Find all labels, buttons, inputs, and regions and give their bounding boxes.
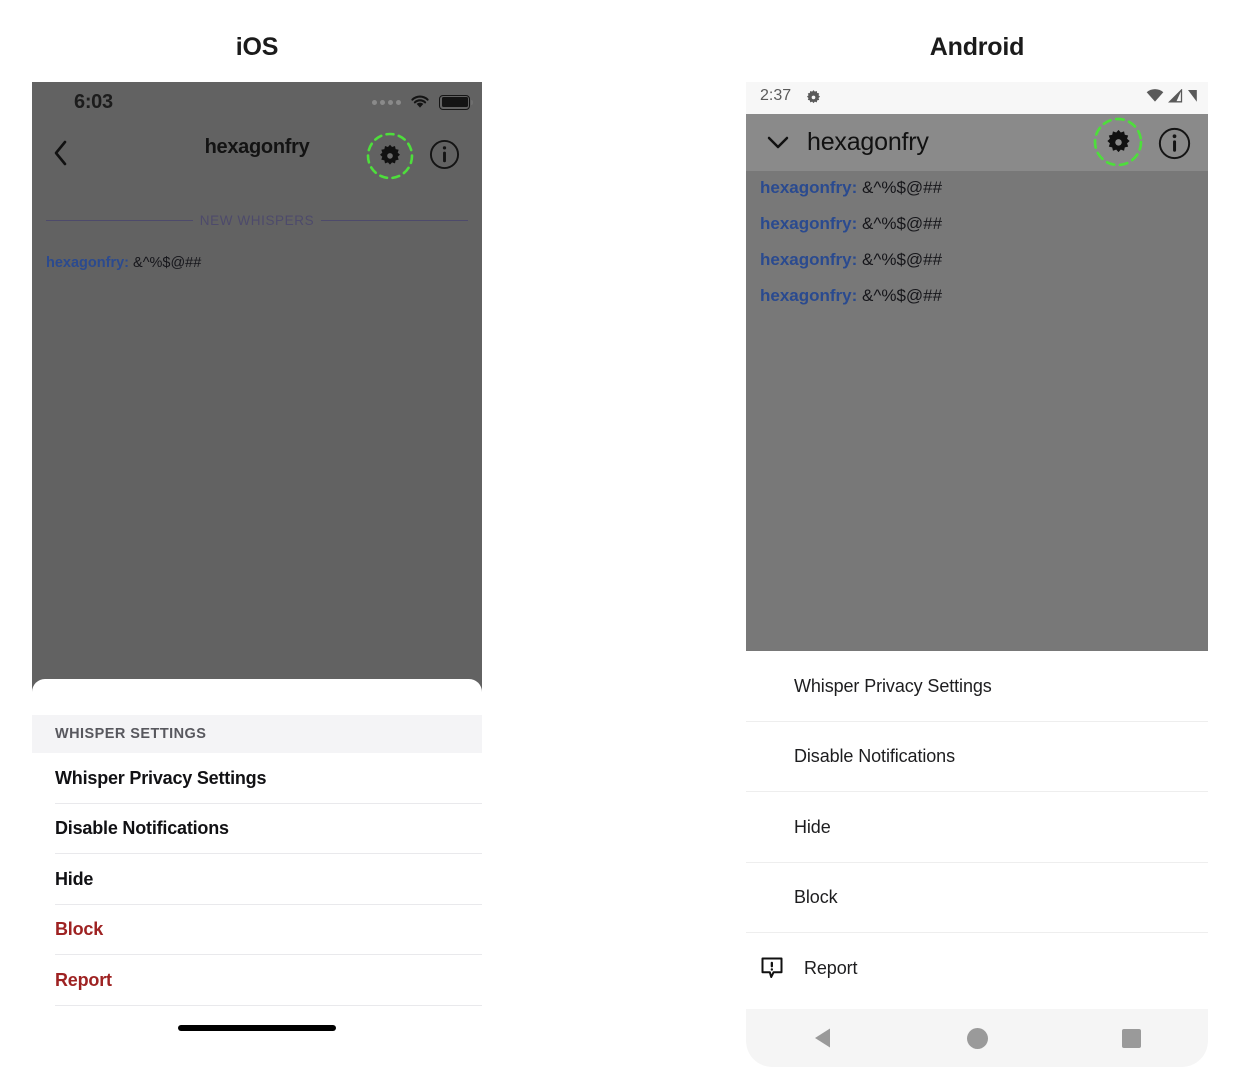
signal-dots-icon [372,99,401,105]
menu-item-report[interactable]: Report [746,933,1208,1004]
android-status-indicators [1146,89,1198,103]
menu-item-label: Block [794,887,838,908]
message-username: hexagonfry: [760,286,858,305]
info-circle-icon[interactable] [1158,127,1191,160]
android-conversation-body[interactable]: hexagonfry: &^%$@## hexagonfry: &^%$@## … [746,171,1208,651]
menu-item-label: Hide [794,816,831,837]
message-text: &^%$@## [133,255,202,271]
menu-item-label: Disable Notifications [794,746,955,767]
menu-item-block[interactable]: Block [746,862,1208,933]
message-row[interactable]: hexagonfry: &^%$@## [760,178,942,198]
signal-icon [1168,89,1183,103]
ios-action-sheet: WHISPER SETTINGS Whisper Privacy Setting… [32,679,482,1047]
sheet-item-label: Disable Notifications [55,818,229,839]
android-home-button[interactable] [940,1009,1014,1067]
platform-title-android: Android [929,33,1025,61]
home-indicator[interactable] [178,1025,336,1031]
message-username: hexagonfry: [760,250,858,269]
ios-status-indicators [372,94,473,110]
ios-settings-list: Whisper Privacy Settings Disable Notific… [32,753,482,1006]
divider-line-right [321,220,468,221]
message-username: hexagonfry: [760,178,858,197]
android-status-bar: 2:37 [746,82,1208,114]
back-triangle-icon [815,1028,830,1048]
battery-icon [1188,90,1197,102]
gear-icon [380,144,400,165]
sheet-item-block[interactable]: Block [32,904,482,955]
android-navigation-bar [746,1009,1208,1067]
report-flag-icon [759,955,785,981]
gear-icon [1106,129,1130,152]
message-row[interactable]: hexagonfry: &^%$@## [760,214,942,234]
wifi-icon [411,95,429,108]
new-whispers-label: NEW WHISPERS [199,213,315,228]
android-context-menu: Whisper Privacy Settings Disable Notific… [746,651,1208,1004]
battery-full-icon [439,94,473,110]
collapse-button[interactable] [765,130,791,156]
android-conversation-title: hexagonfry [807,128,929,156]
sheet-item-label: Whisper Privacy Settings [55,767,267,788]
message-text: &^%$@## [862,250,943,269]
message-text: &^%$@## [862,286,943,305]
sheet-section-title: WHISPER SETTINGS [55,726,207,742]
ios-status-time: 6:03 [74,91,113,113]
message-text: &^%$@## [862,178,943,197]
menu-item-whisper-privacy-settings[interactable]: Whisper Privacy Settings [746,651,1208,722]
sheet-item-label: Hide [55,868,94,889]
ios-conversation-title: hexagonfry [204,136,310,158]
home-circle-icon [966,1027,988,1049]
menu-item-disable-notifications[interactable]: Disable Notifications [746,721,1208,792]
message-text: &^%$@## [862,214,943,233]
sheet-item-label: Report [55,969,112,990]
android-app-bar: hexagonfry [746,114,1208,171]
new-whispers-divider: NEW WHISPERS [46,213,468,228]
recents-square-icon [1121,1028,1141,1048]
message-row[interactable]: hexagonfry: &^%$@## [760,250,942,270]
sheet-section-header: WHISPER SETTINGS [32,715,482,753]
menu-item-hide[interactable]: Hide [746,792,1208,863]
android-recents-button[interactable] [1094,1009,1168,1067]
chevron-down-icon [767,136,789,148]
menu-item-label: Whisper Privacy Settings [794,675,992,696]
sheet-item-whisper-privacy-settings[interactable]: Whisper Privacy Settings [32,753,482,804]
menu-item-label: Report [804,957,858,978]
ios-nav-bar: hexagonfry [32,124,482,182]
gear-icon [806,90,821,104]
ios-phone-screen: 6:03 hexagonfry NEW WHISPERS hexagonfry:… [32,82,482,1047]
sheet-item-report[interactable]: Report [32,955,482,1006]
sheet-item-disable-notifications[interactable]: Disable Notifications [32,803,482,854]
android-back-button[interactable] [786,1009,860,1067]
comparison-screenshot: iOS Android 6:03 hexagonfry NEW WHISPERS… [0,0,1240,1084]
ios-settings-button[interactable] [366,132,414,180]
message-username: hexagonfry: [760,214,858,233]
wifi-icon [1146,89,1164,102]
sheet-item-label: Block [55,919,104,940]
message-row[interactable]: hexagonfry: &^%$@## [46,255,201,271]
sheet-item-hide[interactable]: Hide [32,854,482,905]
android-phone-screen: 2:37 hexagonfry hexagonfry: &^%$@## hexa… [746,82,1208,1067]
ios-status-bar: 6:03 [32,82,482,124]
divider-line-left [46,220,193,221]
platform-title-ios: iOS [235,33,279,61]
message-username: hexagonfry: [46,255,129,271]
message-row[interactable]: hexagonfry: &^%$@## [760,286,942,306]
android-status-time: 2:37 [760,87,792,104]
info-circle-icon[interactable] [429,139,460,170]
android-settings-button[interactable] [1093,117,1143,167]
